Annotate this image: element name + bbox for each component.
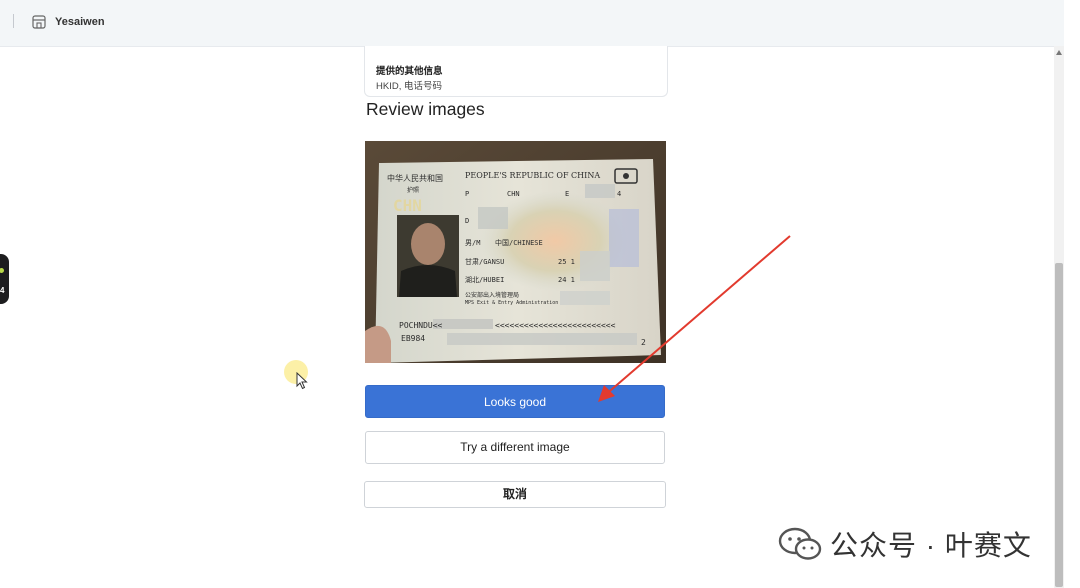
cancel-button[interactable]: 取消 (364, 481, 666, 508)
scrollbar-thumb[interactable] (1055, 263, 1063, 587)
passport-sex: 男/M (465, 239, 480, 247)
passport-mrz-line1: POCHNDU<< (399, 321, 443, 330)
additional-info-card: 提供的其他信息 HKID, 电话号码 (364, 46, 668, 97)
passport-issue-place: 湖北/HUBEI (465, 275, 504, 284)
try-different-image-button[interactable]: Try a different image (365, 431, 665, 464)
mouse-cursor-icon (296, 372, 308, 390)
passport-name-initial: D (465, 217, 469, 225)
passport-type: P (465, 190, 469, 198)
passport-doc-type: 护照 (407, 186, 419, 194)
watermark-text: 公众号 · 叶赛文 (830, 530, 1032, 561)
topbar-divider (13, 14, 14, 28)
passport-country-cn: 中华人民共和国 (387, 173, 443, 183)
widget-label: 4 (0, 286, 5, 295)
widget-status-dot (0, 268, 4, 273)
additional-info-title: 提供的其他信息 (376, 66, 443, 77)
additional-info-detail: HKID, 电话号码 (376, 81, 442, 92)
passport-number-prefix: E (565, 190, 569, 198)
top-bar: Yesaiwen (0, 0, 1064, 47)
passport-mrz-line2: EB984 (401, 334, 425, 343)
wechat-watermark: 公众号 · 叶赛文 (778, 524, 1032, 564)
annotation-arrow-icon (598, 235, 791, 402)
passport-country-en: PEOPLE'S REPUBLIC OF CHINA (465, 171, 600, 180)
app-title: Yesaiwen (55, 16, 105, 28)
passport-number-suffix: 4 (617, 190, 621, 198)
review-images-heading: Review images (366, 99, 485, 119)
wechat-icon (778, 527, 822, 560)
side-floating-widget[interactable]: 4 (0, 254, 9, 304)
passport-authority-cn: 公安部出入境管理局 (465, 291, 519, 299)
scroll-up-icon[interactable] (1056, 50, 1062, 55)
passport-issue-date: 24 1 (558, 276, 575, 284)
passport-birth-date: 25 1 (558, 258, 575, 266)
passport-watermark-code: CHN (393, 196, 422, 215)
passport-birthplace: 甘肃/GANSU (465, 257, 504, 266)
store-icon (32, 15, 46, 29)
page-scrollbar[interactable] (1054, 46, 1064, 588)
passport-country-code: CHN (507, 190, 520, 198)
passport-nationality: 中国/CHINESE (495, 238, 543, 247)
passport-authority-en: MPS Exit & Entry Administration (465, 300, 558, 306)
